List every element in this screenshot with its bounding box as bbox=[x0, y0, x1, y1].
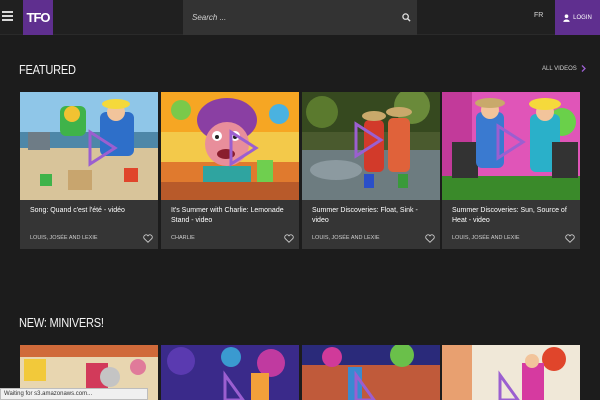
video-subtitle: LOUIS, JOSÉE AND LEXIE bbox=[312, 235, 380, 241]
card-info: Song: Quand c'est l'été - vidéo LOUIS, J… bbox=[20, 200, 158, 249]
user-icon bbox=[563, 13, 570, 22]
hamburger-menu-icon[interactable] bbox=[2, 8, 16, 24]
video-title[interactable]: It's Summer with Charlie: Lemonade Stand… bbox=[171, 206, 288, 226]
video-card[interactable] bbox=[302, 345, 440, 400]
heart-icon[interactable] bbox=[143, 234, 153, 243]
search-input[interactable] bbox=[183, 0, 395, 35]
video-thumbnail[interactable] bbox=[161, 92, 299, 200]
search-icon[interactable] bbox=[395, 0, 417, 35]
video-thumbnail[interactable] bbox=[442, 345, 580, 400]
heart-icon[interactable] bbox=[284, 234, 294, 243]
video-title[interactable]: Song: Quand c'est l'été - vidéo bbox=[30, 206, 147, 216]
video-card[interactable]: Song: Quand c'est l'été - vidéo LOUIS, J… bbox=[20, 92, 158, 249]
featured-section-title: FEATURED bbox=[19, 62, 76, 77]
chevron-right-icon bbox=[581, 65, 586, 72]
search-bar bbox=[183, 0, 417, 35]
video-title[interactable]: Summer Discoveries: Float, Sink - video bbox=[312, 206, 429, 226]
video-thumbnail[interactable] bbox=[20, 92, 158, 200]
video-card[interactable]: Summer Discoveries: Sun, Source of Heat … bbox=[442, 92, 580, 249]
browser-status-bar: Waiting for s3.amazonaws.com... bbox=[0, 388, 148, 400]
video-thumbnail[interactable] bbox=[302, 345, 440, 400]
card-info: It's Summer with Charlie: Lemonade Stand… bbox=[161, 200, 299, 249]
video-card[interactable]: Summer Discoveries: Float, Sink - video … bbox=[302, 92, 440, 249]
video-card[interactable] bbox=[442, 345, 580, 400]
heart-icon[interactable] bbox=[565, 234, 575, 243]
video-card[interactable] bbox=[161, 345, 299, 400]
login-label: LOGIN bbox=[573, 14, 592, 21]
video-thumbnail[interactable] bbox=[442, 92, 580, 200]
minivers-section-title: NEW: MINIVERS! bbox=[19, 315, 104, 330]
video-card[interactable]: It's Summer with Charlie: Lemonade Stand… bbox=[161, 92, 299, 249]
video-subtitle: LOUIS, JOSÉE AND LEXIE bbox=[30, 235, 98, 241]
card-info: Summer Discoveries: Float, Sink - video … bbox=[302, 200, 440, 249]
card-info: Summer Discoveries: Sun, Source of Heat … bbox=[442, 200, 580, 249]
top-header: TFO FR LOGIN bbox=[0, 0, 600, 35]
logo-text: TFO bbox=[26, 10, 51, 25]
video-title[interactable]: Summer Discoveries: Sun, Source of Heat … bbox=[452, 206, 569, 226]
video-subtitle: CHARLIE bbox=[171, 235, 195, 241]
tfo-logo[interactable]: TFO bbox=[23, 0, 53, 35]
language-toggle[interactable]: FR bbox=[534, 12, 543, 19]
video-thumbnail[interactable] bbox=[161, 345, 299, 400]
all-videos-link[interactable]: ALL VIDEOS bbox=[542, 65, 586, 72]
login-button[interactable]: LOGIN bbox=[555, 0, 600, 35]
video-subtitle: LOUIS, JOSÉE AND LEXIE bbox=[452, 235, 520, 241]
heart-icon[interactable] bbox=[425, 234, 435, 243]
video-thumbnail[interactable] bbox=[302, 92, 440, 200]
all-videos-label: ALL VIDEOS bbox=[542, 65, 577, 72]
